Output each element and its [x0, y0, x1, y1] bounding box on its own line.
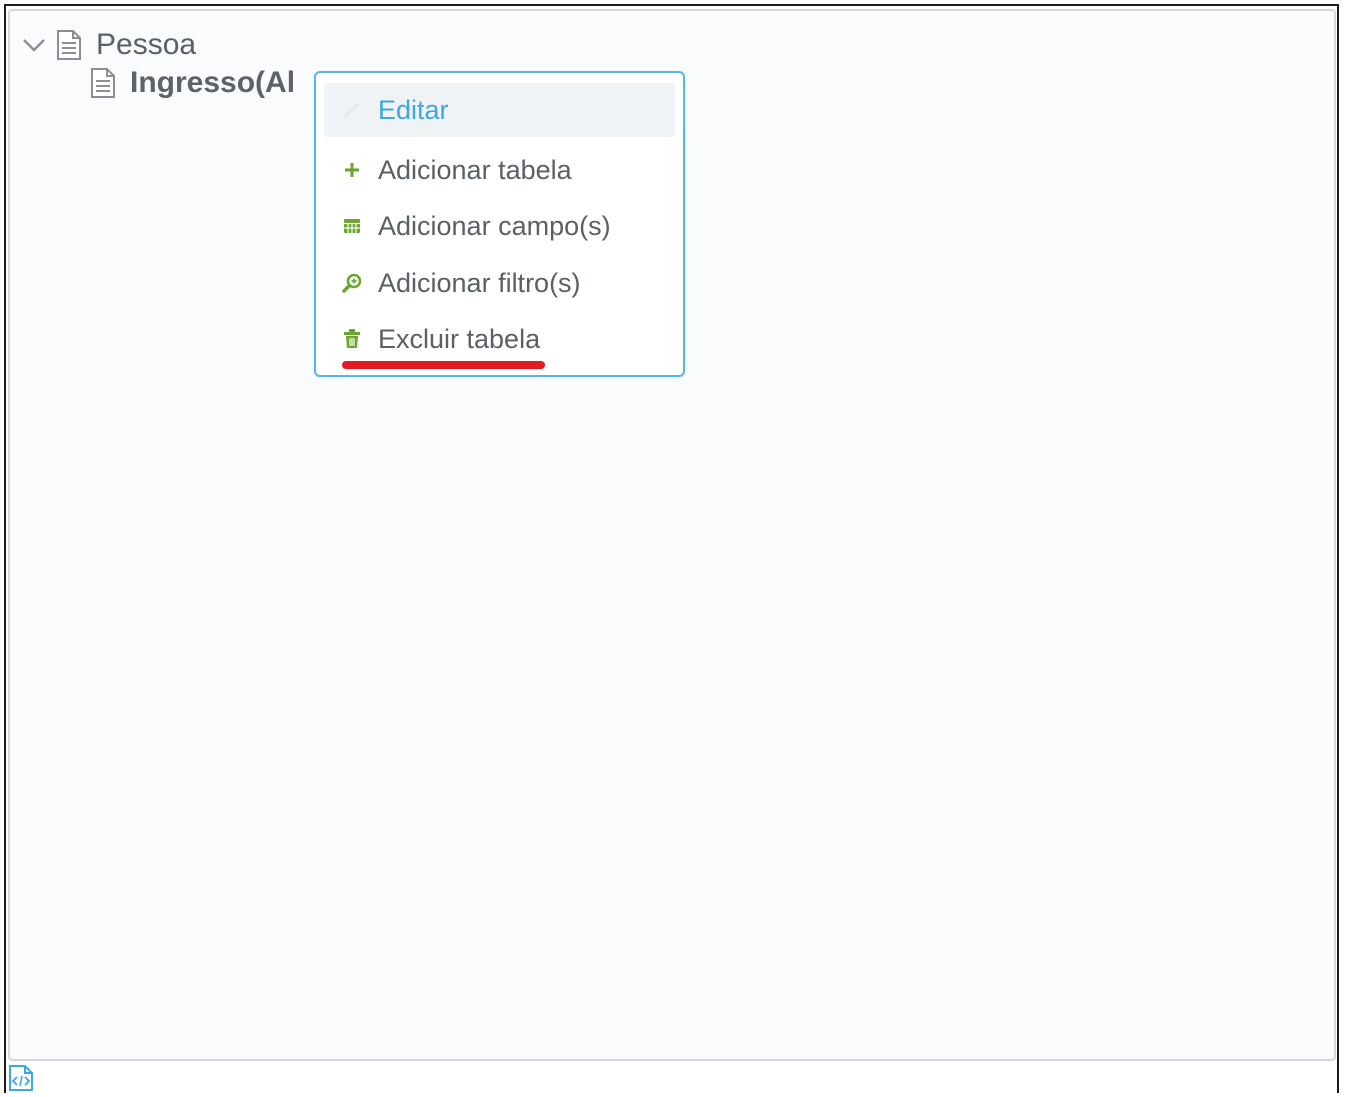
menu-item-label: Excluir tabela: [378, 323, 541, 354]
menu-item-label: Adicionar campo(s): [378, 210, 611, 241]
table-grid-icon: [340, 214, 364, 238]
red-underline-annotation: [342, 361, 545, 369]
chevron-down-icon[interactable]: [20, 31, 48, 59]
pencil-icon: [340, 98, 364, 122]
plus-icon: [340, 158, 364, 182]
document-icon: [54, 29, 84, 61]
trash-icon: [340, 327, 364, 351]
menu-item-label: Adicionar filtro(s): [378, 267, 581, 298]
menu-item-adicionar-filtros[interactable]: Adicionar filtro(s): [324, 256, 675, 310]
menu-item-adicionar-campos[interactable]: Adicionar campo(s): [324, 199, 675, 253]
code-file-icon[interactable]: [8, 1064, 34, 1092]
tree-node-label: Pessoa: [96, 28, 197, 61]
tree-node-label: Ingresso(Al: [130, 66, 296, 99]
menu-item-label: Editar: [378, 94, 449, 125]
context-menu: Editar Adicionar tabela Adicionar campo(…: [314, 71, 685, 377]
menu-item-excluir-tabela[interactable]: Excluir tabela: [324, 312, 675, 366]
tree-node-pessoa[interactable]: Pessoa: [20, 26, 196, 64]
menu-item-editar[interactable]: Editar: [324, 83, 675, 137]
menu-item-adicionar-tabela[interactable]: Adicionar tabela: [324, 143, 675, 197]
menu-item-label: Adicionar tabela: [378, 154, 572, 185]
document-icon: [88, 67, 118, 99]
tree-node-ingresso[interactable]: Ingresso(Al: [88, 64, 295, 102]
search-filter-icon: [340, 271, 364, 295]
